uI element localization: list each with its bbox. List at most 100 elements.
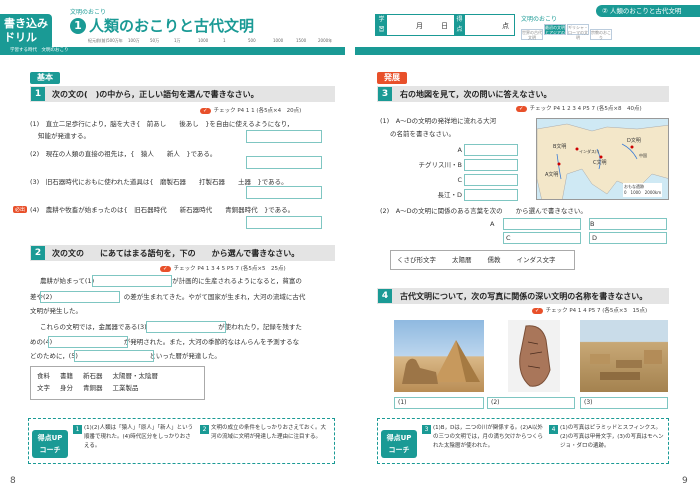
river-label-b: チグリス川・B (418, 161, 462, 169)
section-tab[interactable]: ギリシャ・ローマの文明 (567, 24, 589, 40)
caption-3: (3) (584, 399, 593, 406)
q2-answer-4[interactable] (48, 336, 128, 348)
coach-item-1-num: 1 (73, 425, 82, 434)
word-option: 食料 (37, 372, 50, 380)
timeline-label: 1000 (273, 38, 284, 43)
q1-answer-2[interactable] (246, 156, 322, 169)
q1-answer-3[interactable] (246, 186, 322, 199)
pyramid-drawing (402, 340, 480, 384)
timeline-label: 1000 (198, 38, 209, 43)
important-badge: 必出 (13, 206, 28, 213)
section-tab[interactable]: 世界の古代文明 (521, 29, 543, 40)
section-tab-active[interactable]: 最初の文明とアジアの文明 (544, 24, 566, 40)
photo-mohenjo-daro (580, 320, 668, 392)
map-label: D文明 (627, 138, 641, 144)
q3-answer-c[interactable] (503, 232, 581, 244)
q1-line-4: (4) 農耕や牧畜が始まったのは{ 旧石器時代 新石器時代 青銅器時代 }である… (30, 206, 295, 214)
caption-2: (2) (491, 399, 500, 406)
q2-number: 2 (31, 246, 45, 260)
q3-word-box: くさび形文字 太陽暦 儒教 インダス文字 (390, 250, 575, 270)
q1-number: 1 (31, 87, 45, 101)
word-option: くさび形文字 (397, 256, 436, 264)
coach-badge-right: 得点UP コーチ (381, 430, 417, 458)
drill-badge: 書き込み ドリル (0, 14, 52, 50)
coach-item-4: (1)の写真はピラミッドとスフィンクス。(2)の写真は甲骨文字，(3)の写真はモ… (560, 425, 664, 449)
score-unit: 点 (502, 22, 509, 30)
coach-badge-line-1: 得点UP (386, 434, 412, 442)
q1-line-2: (2) 現在の人類の直接の祖先は，{ 猿人 新人 }である。 (30, 150, 217, 158)
coach-badge-line-2: コーチ (388, 446, 410, 454)
word-option: 文字 (37, 384, 50, 392)
river-answer-c[interactable] (464, 174, 518, 186)
basic-tag: 基本 (30, 72, 60, 84)
answer-label-a: A (490, 220, 495, 228)
q3-sub1: (1) A～Dの文明の発祥地に流れる大河 (380, 117, 497, 125)
timeline-label: 50万 (150, 38, 160, 43)
q2-prompt: 次の文の にあてはまる語句を，下の から選んで書きなさい。 (52, 249, 300, 258)
caption-1: (1) (398, 399, 407, 406)
q4-number: 4 (378, 289, 392, 303)
word-option: 身分 (60, 384, 73, 392)
ruins-drawing (590, 350, 662, 380)
timeline-label: 500 (248, 38, 256, 43)
timeline-label: 1 (223, 38, 226, 43)
ancient-civilizations-map: D文明 B文明 C文明 A文明 インダス川 中国 おもな遺跡 0 1000 20… (536, 118, 669, 200)
q2-answer-3[interactable] (146, 321, 226, 333)
word-option: インダス文字 (516, 256, 556, 264)
map-label: B文明 (553, 144, 567, 150)
q4-prompt: 古代文明について，次の写真に関係の深い文明の名称を書きなさい。 (400, 292, 648, 301)
river-label-a: A (457, 146, 462, 154)
map-label: インダス川 (579, 149, 599, 154)
q1-line-1b: 知能が発達する。 (38, 132, 90, 140)
q2-answer-1[interactable] (92, 275, 172, 287)
map-legend-scale: 0 1000 2000km (624, 190, 662, 195)
q3-sub1b: の名前を書きなさい。 (390, 130, 455, 138)
q4-answer-3[interactable]: (3) (580, 397, 668, 409)
coach-item-3-num: 3 (422, 425, 431, 434)
q3-sub2: (2) A～Dの文明に関係のある言葉を次の から選んで書きなさい。 (380, 207, 587, 215)
coach-item-2-num: 2 (200, 425, 209, 434)
q4-answer-1[interactable]: (1) (394, 397, 484, 409)
q3-number: 3 (378, 87, 392, 101)
timeline-label: 1500 (296, 38, 307, 43)
river-answer-b[interactable] (464, 159, 518, 171)
era-strip: 学習する時代 文明のおこり (0, 47, 345, 55)
coach-badge-left: 得点UP コーチ (32, 430, 68, 458)
q2-answer-2[interactable] (40, 291, 120, 303)
q1-answer-1[interactable] (246, 130, 322, 143)
unit-number: 1 (70, 18, 86, 34)
river-answer-d[interactable] (464, 189, 518, 201)
timeline-label: 1万 (174, 38, 181, 43)
unit-title-text: 人類のおこりと古代文明 (89, 17, 255, 35)
q2-answer-5[interactable] (74, 350, 154, 362)
word-option: 工業製品 (112, 384, 139, 392)
coach-item-2: 文明の成立の条件をしっかりおさえておく。大河の流域に文明が発達した理由に注目する… (211, 425, 327, 440)
word-option: 太陽暦・太陰暦 (112, 372, 159, 380)
q1-answer-4[interactable] (246, 216, 322, 229)
river-answer-a[interactable] (464, 144, 518, 156)
map-label: A文明 (545, 172, 559, 178)
q2-word-box: 食料 書籍 新石器 太陽暦・太陰暦 文字 身分 青銅器 工業製品 (30, 366, 205, 400)
q3-answer-b[interactable] (589, 218, 667, 230)
q1-prompt: 次の文の( )の中から，正しい語句を選んで書きなさい。 (52, 90, 259, 99)
timeline-label: 2000年 (318, 38, 333, 43)
q1-check: ✓ チェック P4 1 1 (各5点×4 20点) (200, 106, 301, 115)
q3-check-text: チェック P4 1 2 3 4 P5 7 (各5点×8 40点) (529, 106, 642, 112)
timeline-label: 100万 (128, 38, 140, 43)
drill-label-2: ドリル (4, 31, 37, 44)
q3-word-row: くさび形文字 太陽暦 儒教 インダス文字 (397, 254, 568, 266)
date-day: 日 (441, 22, 448, 30)
q4-answer-2[interactable]: (2) (487, 397, 575, 409)
word-option: 儒教 (487, 256, 501, 264)
q3-answer-a[interactable] (503, 218, 581, 230)
word-row-2: 文字 身分 青銅器 工業製品 (37, 382, 198, 394)
section-tab[interactable]: 宗教のおこり (590, 29, 612, 40)
q1-check-text: チェック P4 1 1 (各5点×4 20点) (213, 108, 302, 114)
right-unit-tag: ② 人類のおこりと古代文明 (596, 5, 700, 17)
word-option: 書籍 (60, 372, 73, 380)
q3-answer-d[interactable] (589, 232, 667, 244)
coach-badge-line-1: 得点UP (37, 434, 63, 442)
q2-line-3: 文明が発生した。 (30, 307, 82, 315)
photo-oracle-bone (508, 320, 560, 392)
word-row-1: 食料 書籍 新石器 太陽暦・太陰暦 (37, 370, 198, 382)
